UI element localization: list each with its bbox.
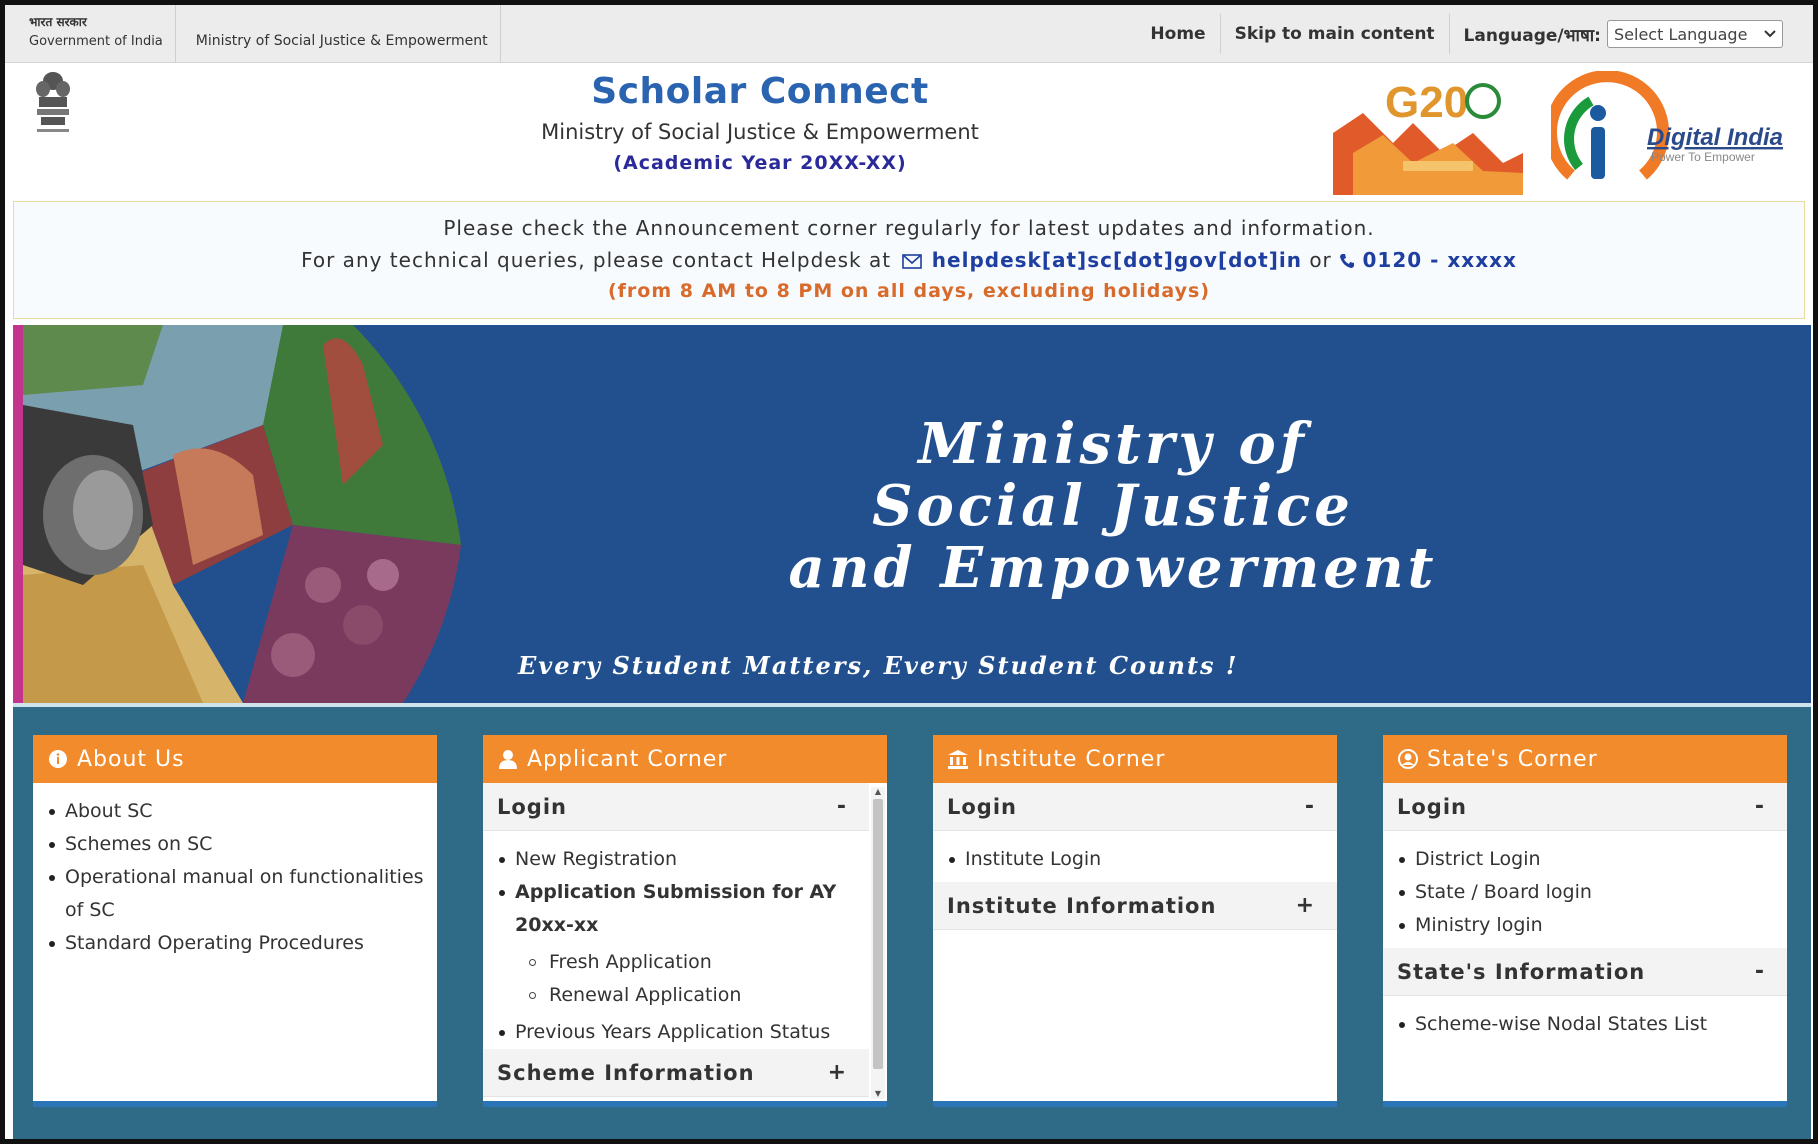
ministry-link[interactable]: Ministry of Social Justice & Empowerment: [176, 5, 501, 63]
district-login-link[interactable]: District Login: [1399, 843, 1777, 876]
application-submission-item: Application Submission for AY 20xx-xx Fr…: [499, 876, 863, 1016]
institute-info-head: Institute Information: [947, 893, 1217, 918]
page-frame: भारत सरकार Government of India Ministry …: [0, 0, 1818, 1144]
previous-status-link[interactable]: Previous Years Application Status: [499, 1016, 863, 1049]
state-login-head: Login: [1397, 794, 1467, 819]
applicant-corner-card: Applicant Corner Login - New Registratio…: [483, 735, 887, 1107]
digital-india-tagline: Power To Empower: [1651, 150, 1755, 164]
institute-corner-card: Institute Corner Login - Institute Login…: [933, 735, 1337, 1107]
institute-corner-title: Institute Corner: [977, 746, 1166, 772]
g20-logo-text: G20: [1385, 78, 1468, 127]
institute-login-link[interactable]: Institute Login: [949, 843, 1327, 876]
g20-logo-icon: G20: [1333, 78, 1523, 195]
states-corner-card: State's Corner Login - District Login St…: [1383, 735, 1787, 1107]
gov-top-bar: भारत सरकार Government of India Ministry …: [5, 5, 1813, 63]
banner-title-line1: Ministry of: [918, 411, 1308, 477]
envelope-icon: [902, 254, 923, 269]
hero-banner: Ministry of Social Justice and Empowerme…: [13, 325, 1811, 703]
applicant-corner-header: Applicant Corner: [483, 735, 887, 783]
language-label: Language/भाषा:: [1463, 25, 1601, 46]
about-item-sop[interactable]: Standard Operating Procedures: [49, 927, 427, 960]
collapse-icon: -: [1304, 794, 1315, 819]
nodal-states-list-link[interactable]: Scheme-wise Nodal States List: [1399, 1008, 1777, 1041]
collapse-icon: -: [1754, 794, 1765, 819]
about-item-manual[interactable]: Operational manual on functionalities of…: [49, 861, 427, 927]
home-link[interactable]: Home: [1136, 14, 1221, 54]
skip-to-main-link[interactable]: Skip to main content: [1221, 14, 1450, 54]
institution-icon: [947, 748, 969, 770]
collapse-icon: -: [836, 794, 847, 819]
photo-collage-image: [23, 325, 461, 703]
about-us-title: About Us: [77, 746, 185, 772]
language-select-value: Select Language: [1614, 24, 1748, 44]
about-item-schemes[interactable]: Schemes on SC: [49, 828, 427, 861]
announcement-line2: For any technical queries, please contac…: [14, 248, 1804, 272]
gov-label: Government of India: [29, 34, 163, 49]
scroll-up-icon[interactable]: ▲: [873, 787, 883, 797]
scroll-down-icon[interactable]: ▼: [873, 1089, 883, 1099]
collapse-icon: -: [1754, 959, 1765, 984]
renewal-application-link[interactable]: Renewal Application: [529, 979, 863, 1012]
states-corner-title: State's Corner: [1427, 746, 1598, 772]
states-corner-header: State's Corner: [1383, 735, 1787, 783]
state-info-head: State's Information: [1397, 959, 1646, 984]
applicant-corner-title: Applicant Corner: [527, 746, 728, 772]
gov-of-india-label[interactable]: भारत सरकार Government of India: [5, 5, 176, 63]
helpdesk-email-link[interactable]: helpdesk[at]sc[dot]gov[dot]in: [932, 248, 1302, 272]
or-text: or: [1309, 248, 1332, 272]
expand-icon: +: [1295, 893, 1315, 918]
state-login-toggle[interactable]: Login -: [1383, 783, 1787, 831]
digital-india-text: Digital India: [1647, 124, 1783, 151]
new-registration-link[interactable]: New Registration: [499, 843, 863, 876]
national-emblem-icon: [36, 72, 70, 132]
applicant-login-toggle[interactable]: Login -: [483, 783, 869, 831]
scheme-info-toggle[interactable]: Scheme Information +: [483, 1049, 869, 1097]
site-header: Scholar Connect Ministry of Social Justi…: [5, 63, 1813, 199]
about-us-card: About Us About SC Schemes on SC Operatio…: [33, 735, 437, 1107]
expand-icon: +: [827, 1060, 847, 1085]
banner-tagline: Every Student Matters, Every Student Cou…: [518, 651, 1239, 680]
digital-india-logo-icon: Digital India Power To Empower: [1551, 71, 1783, 180]
chevron-down-icon: [1764, 30, 1776, 38]
announcement-box: Please check the Announcement corner reg…: [13, 201, 1805, 319]
site-title: Scholar Connect: [591, 71, 929, 112]
announcement-line1: Please check the Announcement corner reg…: [443, 216, 1375, 240]
site-subtitle: Ministry of Social Justice & Empowerment: [541, 120, 979, 144]
banner-title-line2: Social Justice: [872, 473, 1354, 539]
applicant-scrollbar[interactable]: ▲ ▼: [871, 787, 885, 1099]
institute-login-toggle[interactable]: Login -: [933, 783, 1337, 831]
hindi-gov-label: भारत सरकार: [29, 15, 87, 29]
about-item-about-sc[interactable]: About SC: [49, 795, 427, 828]
state-board-login-link[interactable]: State / Board login: [1399, 876, 1777, 909]
banner-title: Ministry of Social Justice and Empowerme…: [753, 413, 1473, 599]
corners-section: About Us About SC Schemes on SC Operatio…: [13, 703, 1811, 1139]
about-us-header: About Us: [33, 735, 437, 783]
institute-corner-header: Institute Corner: [933, 735, 1337, 783]
phone-icon: [1340, 254, 1355, 268]
user-circle-icon: [1397, 748, 1419, 770]
academic-year: (Academic Year 20XX-XX): [613, 152, 907, 174]
institute-login-head: Login: [947, 794, 1017, 819]
application-submission-label: Application Submission for AY 20xx-xx: [515, 881, 837, 936]
banner-title-line3: and Empowerment: [788, 535, 1438, 601]
applicant-login-head: Login: [497, 794, 567, 819]
helpdesk-phone[interactable]: 0120 - xxxxx: [1363, 248, 1517, 272]
fresh-application-link[interactable]: Fresh Application: [529, 946, 863, 979]
info-icon: [47, 748, 69, 770]
user-icon: [497, 748, 519, 770]
scrollbar-thumb[interactable]: [873, 799, 883, 1069]
helpdesk-prefix: For any technical queries, please contac…: [301, 248, 892, 272]
state-info-toggle[interactable]: State's Information -: [1383, 948, 1787, 996]
ministry-login-link[interactable]: Ministry login: [1399, 909, 1777, 942]
announcement-hours: (from 8 AM to 8 PM on all days, excludin…: [607, 280, 1211, 302]
scheme-info-head: Scheme Information: [497, 1060, 755, 1085]
institute-info-toggle[interactable]: Institute Information +: [933, 882, 1337, 930]
language-select[interactable]: Select Language: [1607, 20, 1783, 48]
